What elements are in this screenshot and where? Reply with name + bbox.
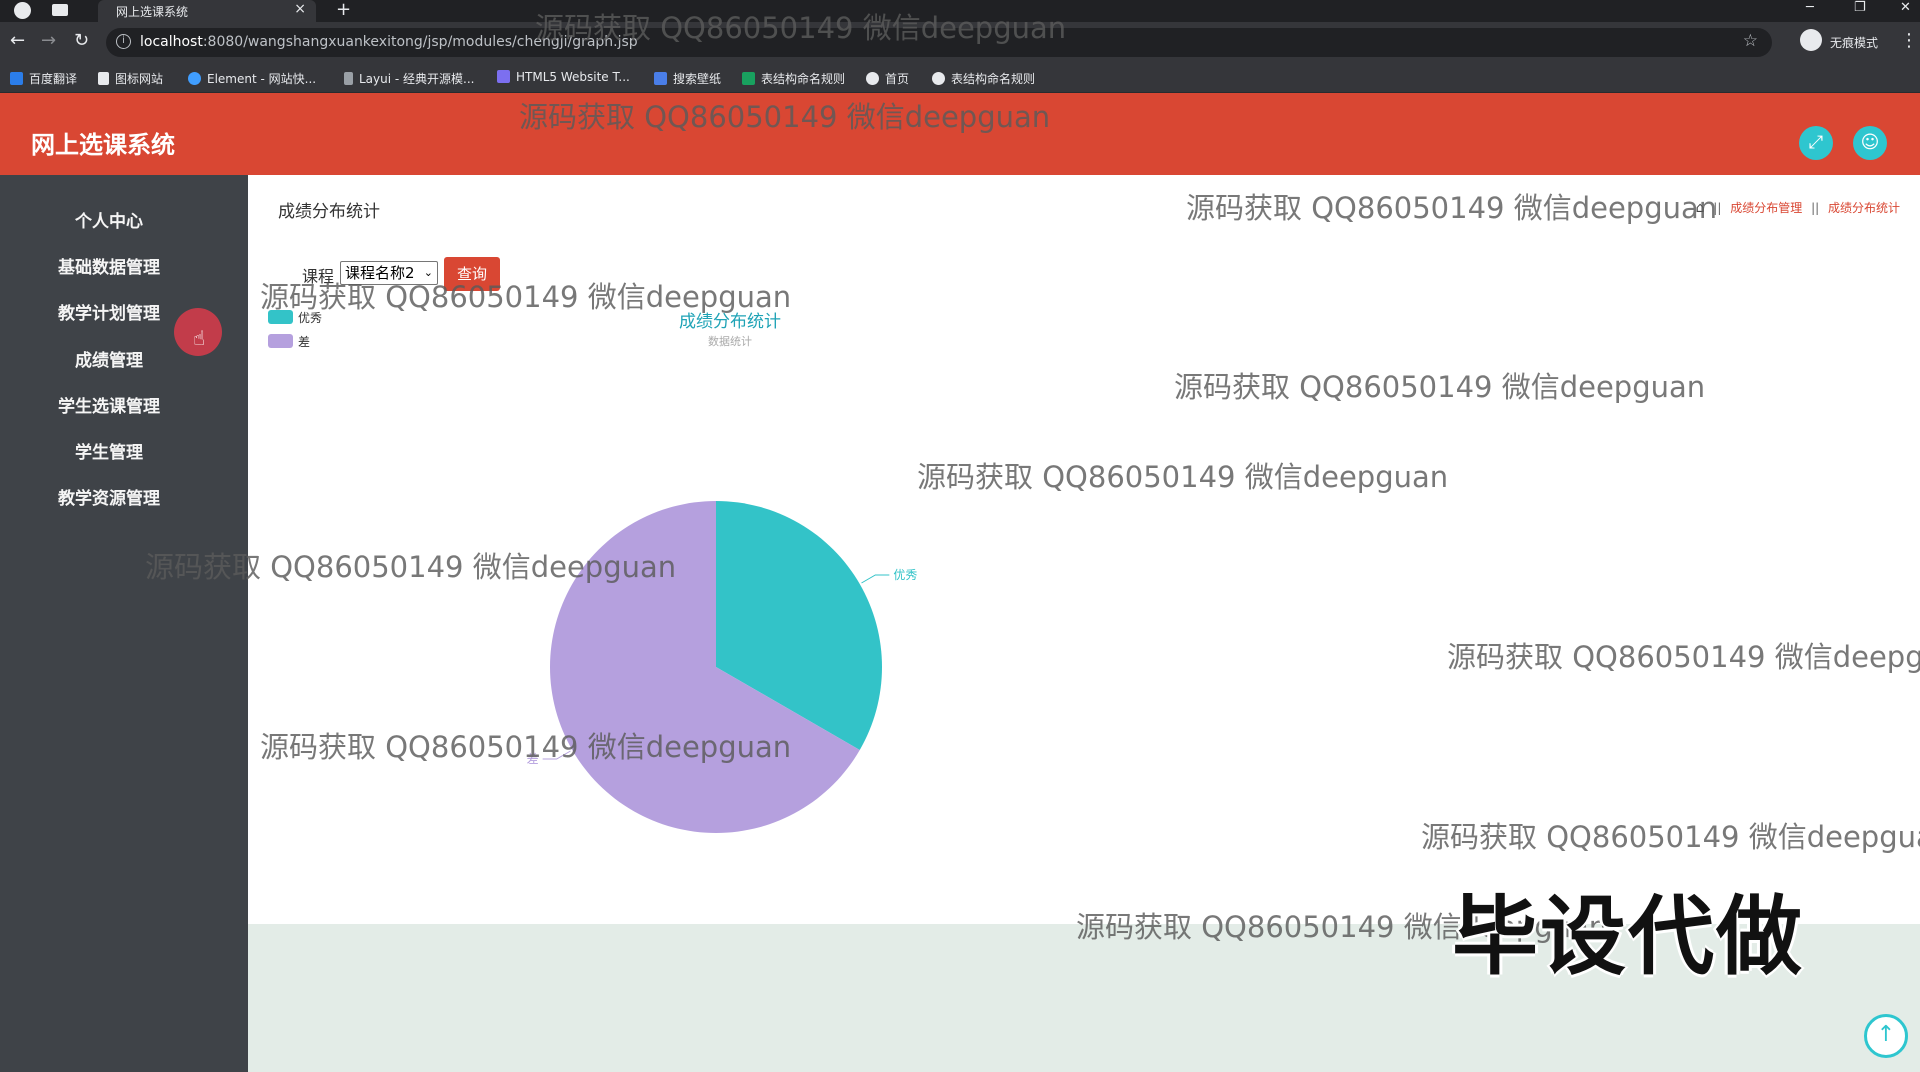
pie-label-line-0: [861, 574, 890, 584]
browser-menu-icon[interactable]: [14, 2, 31, 19]
element-icon: [188, 72, 201, 85]
watermark-text: 源码获取 QQ86050149 微信deepguan: [260, 280, 792, 314]
sidebar-item-resources[interactable]: 教学资源管理: [0, 484, 218, 509]
back-icon[interactable]: ←: [10, 30, 25, 51]
bookmark-item[interactable]: 百度翻译: [10, 70, 77, 87]
bookmark-item[interactable]: 首页: [866, 70, 909, 87]
wallpaper-icon: [654, 72, 667, 85]
watermark-text: 源码获取 QQ86050149 微信deepguan: [1447, 640, 1920, 674]
sidebar-item-basic-data[interactable]: 基础数据管理: [0, 253, 218, 278]
restore-icon[interactable]: ❐: [1854, 0, 1866, 15]
incognito-label: 无痕模式: [1830, 36, 1879, 50]
app-title: 网上选课系统: [31, 131, 175, 159]
reload-icon[interactable]: ↻: [74, 30, 89, 51]
bookmark-item[interactable]: HTML5 Website T...: [497, 70, 630, 84]
bookmark-item[interactable]: Layui - 经典开源模...: [344, 70, 474, 87]
watermark-text: 源码获取 QQ86050149 微信deepguan: [1186, 191, 1718, 225]
sidebar-item-course-selection[interactable]: 学生选课管理: [0, 392, 218, 417]
watermark-text: 源码获取 QQ86050149 微信deepguan: [1421, 820, 1920, 854]
html5-icon: [497, 70, 510, 83]
flag-icon: [98, 72, 109, 85]
site-info-icon[interactable]: i: [116, 34, 131, 49]
tab-search-icon[interactable]: [52, 4, 68, 16]
sidebar: 个人中心 基础数据管理 教学计划管理 成绩管理 学生选课管理 学生管理 教学资源…: [0, 175, 248, 1072]
browser-tab[interactable]: 网上选课系统 ×: [98, 0, 316, 22]
bookmark-item[interactable]: 表结构命名规则: [742, 70, 845, 87]
close-window-icon[interactable]: ✕: [1900, 0, 1911, 15]
bookmark-item[interactable]: 表结构命名规则: [932, 70, 1035, 87]
forward-icon[interactable]: →: [41, 30, 56, 51]
watermark-text: 源码获取 QQ86050149 微信deepguan: [145, 550, 677, 584]
new-tab-button[interactable]: +: [336, 0, 351, 20]
globe-icon: [866, 72, 879, 85]
tab-title: 网上选课系统: [116, 5, 189, 19]
bookmark-item[interactable]: Element - 网站快...: [188, 70, 316, 87]
bookmark-star-icon[interactable]: ☆: [1743, 31, 1758, 51]
watermark-text: 源码获取 QQ86050149 微信deepguan: [917, 460, 1449, 494]
fullscreen-icon[interactable]: ⤢: [1799, 126, 1833, 160]
sidebar-item-personal-center[interactable]: 个人中心: [0, 207, 218, 232]
tab-close-icon[interactable]: ×: [294, 1, 306, 17]
bookmark-item[interactable]: 搜索壁纸: [654, 70, 721, 87]
table-icon: [742, 72, 755, 85]
translate-icon: [10, 72, 23, 85]
watermark-text: 源码获取 QQ86050149 微信deepguan: [260, 730, 792, 764]
hand-cursor-icon: ☝: [193, 326, 206, 350]
bookmarks-bar: 百度翻译 图标网站 Element - 网站快... Layui - 经典开源模…: [0, 63, 1920, 93]
globe-icon: [932, 72, 945, 85]
sidebar-item-students[interactable]: 学生管理: [0, 438, 218, 463]
user-icon[interactable]: ☺: [1853, 126, 1887, 160]
scroll-to-top-icon[interactable]: ↑: [1864, 1014, 1908, 1058]
watermark-text: 源码获取 QQ86050149 微信deepguan: [519, 100, 1051, 134]
watermark-text: 源码获取 QQ86050149 微信deepguan: [535, 11, 1067, 45]
bookmark-item[interactable]: 图标网站: [98, 70, 163, 87]
browser-more-icon[interactable]: ⋮: [1900, 30, 1918, 51]
pie-label-0: 优秀: [893, 568, 917, 582]
promo-overlay-text: 毕设代做: [1452, 887, 1804, 987]
layui-icon: [344, 72, 353, 85]
incognito-icon[interactable]: [1800, 29, 1822, 51]
minimize-icon[interactable]: ─: [1806, 0, 1814, 15]
watermark-text: 源码获取 QQ86050149 微信deepguan: [1174, 370, 1706, 404]
